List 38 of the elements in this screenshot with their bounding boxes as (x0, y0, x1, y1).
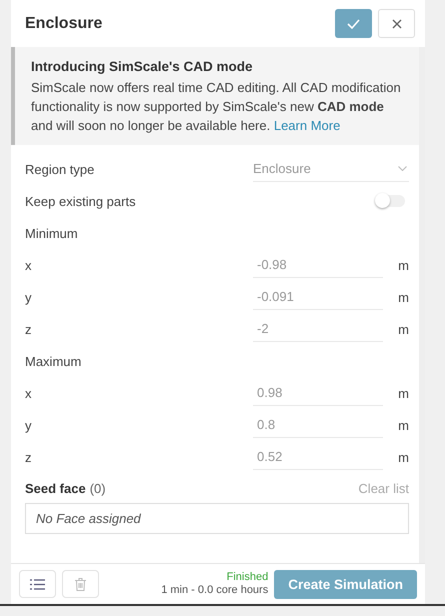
axis-label: y (25, 418, 32, 432)
axis-label: y (25, 290, 32, 304)
unit-label: m (397, 450, 409, 464)
panel-title: Enclosure (25, 14, 104, 32)
axis-label: x (25, 386, 32, 400)
clear-list-button[interactable]: Clear list (358, 480, 409, 496)
field-label: Keep existing parts (25, 194, 137, 208)
seed-face-label: Seed face (25, 480, 86, 496)
run-details: 1 min - 0.0 core hours (161, 584, 268, 597)
notice-text: SimScale now offers real time CAD editing. All CAD modification functionality is now supported by SimScale's new CAD mode and will soon no longer be available here. Learn More (31, 79, 402, 135)
toggle-switch[interactable] (377, 195, 405, 207)
notice-title: Introducing SimScale's CAD mode (31, 59, 254, 74)
status-text: Finished (226, 571, 268, 584)
face-list: No Face assigned (25, 503, 409, 534)
group-title: Minimum (25, 226, 78, 240)
list-button[interactable] (19, 570, 56, 598)
learn-more-link[interactable]: Learn More (274, 118, 340, 133)
trash-icon (75, 578, 86, 590)
unit-label: m (397, 258, 409, 272)
field-label: Region type (25, 162, 96, 176)
chevron-icon (398, 166, 407, 171)
list-icon (30, 578, 45, 590)
confirm-button[interactable] (335, 9, 372, 38)
region-type-dropdown[interactable]: Enclosure (253, 156, 409, 182)
group-title: Maximum (25, 354, 82, 368)
unit-label: m (397, 290, 409, 304)
close-icon (392, 18, 402, 28)
close-button[interactable] (378, 9, 415, 38)
axis-label: x (25, 258, 32, 272)
create-simulation-button[interactable]: Create Simulation (274, 570, 417, 598)
axis-label: z (25, 450, 32, 464)
axis-label: z (25, 322, 32, 336)
unit-label: m (397, 322, 409, 336)
check-icon (347, 18, 360, 28)
face-count: (0) (90, 480, 107, 496)
unit-label: m (397, 386, 409, 400)
delete-button[interactable] (62, 570, 99, 598)
unit-label: m (397, 418, 409, 432)
